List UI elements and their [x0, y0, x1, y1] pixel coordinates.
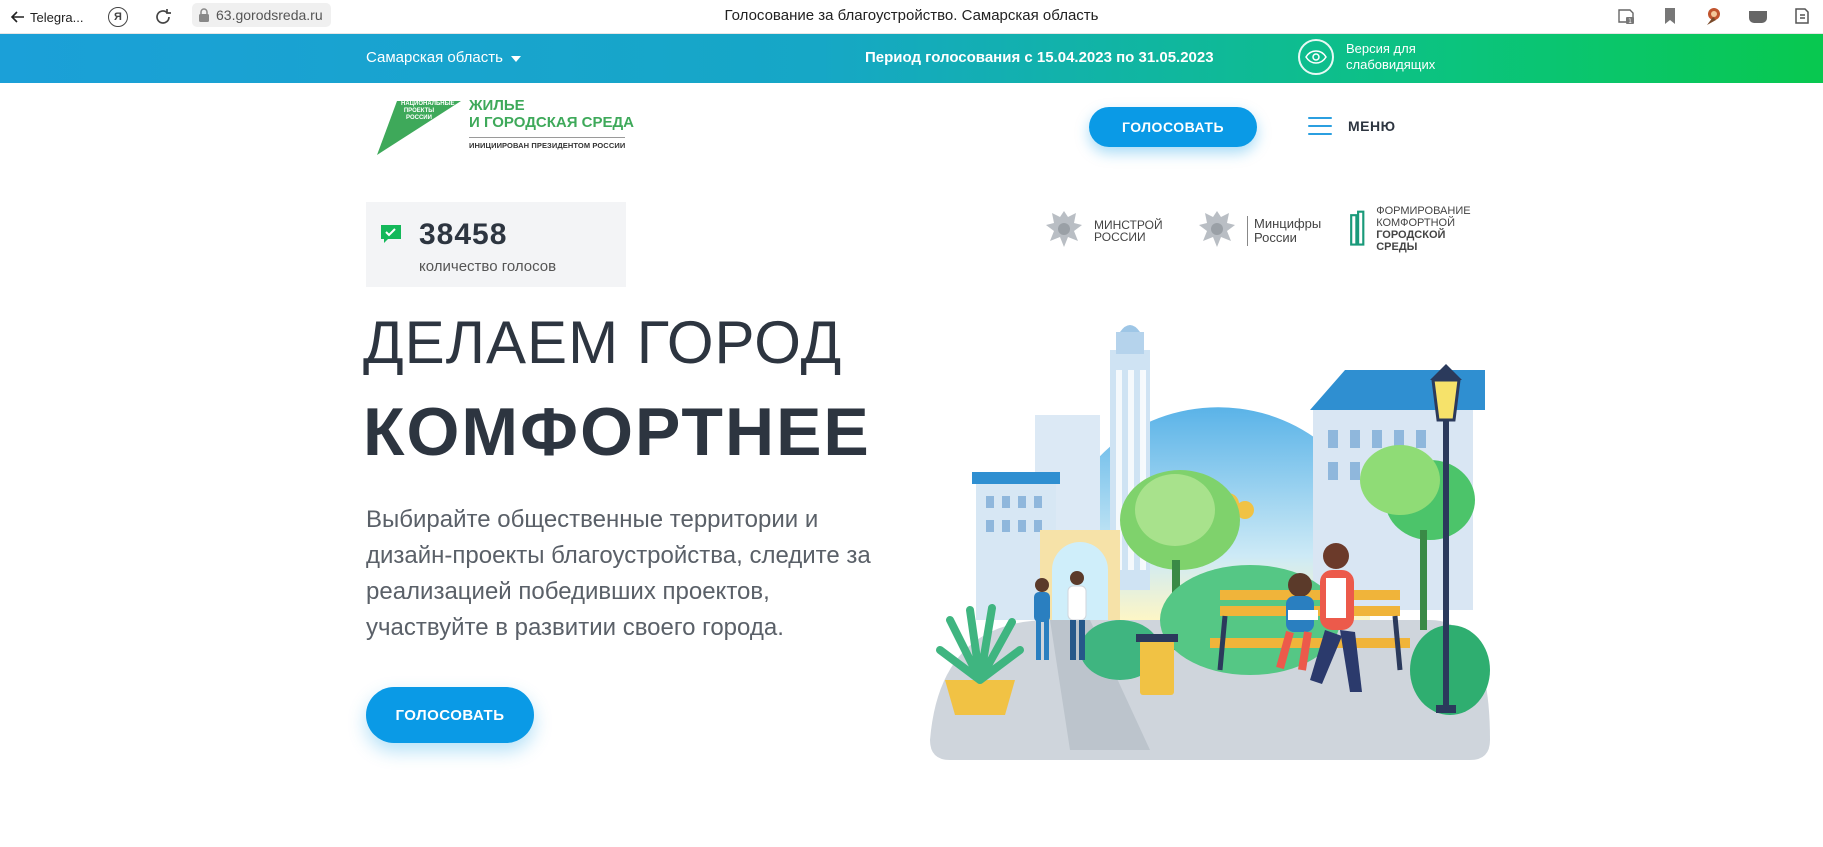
accessibility-label-1: Версия для: [1346, 41, 1416, 56]
back-button[interactable]: Telegra...: [10, 6, 83, 28]
logo-title-line1: ЖИЛЬЕ: [469, 97, 525, 114]
site-topbar: Самарская область Период голосования с 1…: [0, 34, 1823, 83]
fkgs-mark-icon: [1350, 210, 1365, 246]
hero-title-line2: КОМФОРТНЕЕ: [363, 394, 871, 470]
address-bar[interactable]: 63.gorodsreda.ru: [192, 3, 331, 27]
mintsifry-logo[interactable]: Минцифры России: [1193, 205, 1321, 257]
divider: [1247, 216, 1248, 246]
logo-subtitle: ИНИЦИИРОВАН ПРЕЗИДЕНТОМ РОССИИ: [469, 137, 626, 150]
votes-count-label: количество голосов: [419, 258, 557, 275]
mintsifry-line1: Минцифры: [1254, 216, 1322, 231]
collections-icon[interactable]: [1791, 5, 1813, 27]
hero-desc-line: Выбирайте общественные территории и: [366, 506, 819, 533]
hero-desc-line: дизайн-проекты благоустройства, следите …: [366, 542, 871, 569]
fkgs-logo[interactable]: ФОРМИРОВАНИЕ КОМФОРТНОЙ ГОРОДСКОЙ СРЕДЫ: [1346, 205, 1474, 253]
menu-button[interactable]: МЕНЮ: [1308, 117, 1396, 135]
logo-title-line2: И ГОРОДСКАЯ СРЕДА: [469, 114, 635, 131]
burger-icon: [1308, 117, 1332, 135]
downloads-icon[interactable]: [1747, 5, 1769, 27]
logo-badge-text: НАЦИОНАЛЬНЫЕ ПРОЕКТЫ РОССИИ: [401, 101, 455, 121]
minstroy-logo[interactable]: МИНСТРОЙ РОССИИ: [1040, 205, 1163, 257]
mintsifry-line2: России: [1254, 230, 1297, 245]
badge-count: 1: [1628, 18, 1632, 25]
region-selector[interactable]: Самарская область: [366, 49, 521, 66]
site-logo[interactable]: НАЦИОНАЛЬНЫЕ ПРОЕКТЫ РОССИИ ЖИЛЬЕ И ГОРО…: [377, 97, 637, 157]
menu-label: МЕНЮ: [1348, 118, 1396, 134]
hero-desc-line: реализацией победивших проектов,: [366, 578, 770, 605]
hero-title-line1: ДЕЛАЕМ ГОРОД: [363, 309, 843, 376]
back-label: Telegra...: [30, 9, 84, 25]
hero-vote-button[interactable]: ГОЛОСОВАТЬ: [366, 687, 534, 743]
header-vote-button[interactable]: ГОЛОСОВАТЬ: [1089, 107, 1257, 147]
reload-icon[interactable]: [152, 6, 174, 28]
hero-description: Выбирайте общественные территории и диза…: [366, 502, 926, 646]
fkgs-line3: ГОРОДСКОЙ СРЕДЫ: [1376, 229, 1446, 253]
url-text: 63.gorodsreda.ru: [216, 7, 323, 23]
fkgs-line2: КОМФОРТНОЙ: [1376, 217, 1455, 229]
hero-desc-line: участвуйте в развитии своего города.: [366, 614, 784, 641]
yandex-icon[interactable]: Я: [108, 7, 128, 27]
eye-icon: [1298, 39, 1334, 75]
chevron-down-icon: [510, 55, 521, 62]
bookmark-icon[interactable]: [1659, 5, 1681, 27]
eagle-emblem-icon: [1046, 211, 1082, 247]
region-label: Самарская область: [366, 49, 503, 66]
accessibility-label-2: слабовидящих: [1346, 57, 1436, 72]
votes-count: 38458: [419, 218, 508, 251]
lock-icon: [199, 8, 209, 22]
accessibility-link[interactable]: Версия для слабовидящих: [1298, 39, 1466, 75]
back-arrow-icon: [10, 11, 24, 23]
fkgs-line1: ФОРМИРОВАНИЕ: [1376, 205, 1471, 217]
city-park-illustration: [930, 325, 1490, 760]
votes-counter: 38458 количество голосов: [366, 202, 626, 287]
protect-icon[interactable]: 1: [1615, 5, 1637, 27]
minstroy-line2: РОССИИ: [1094, 230, 1146, 244]
voting-period: Период голосования с 15.04.2023 по 31.05…: [865, 49, 1214, 66]
browser-toolbar: Telegra... Я 63.gorodsreda.ru Голосовани…: [0, 0, 1823, 34]
eagle-emblem-icon: [1199, 211, 1235, 247]
extension-icon[interactable]: [1703, 5, 1725, 27]
check-icon: [381, 225, 401, 243]
